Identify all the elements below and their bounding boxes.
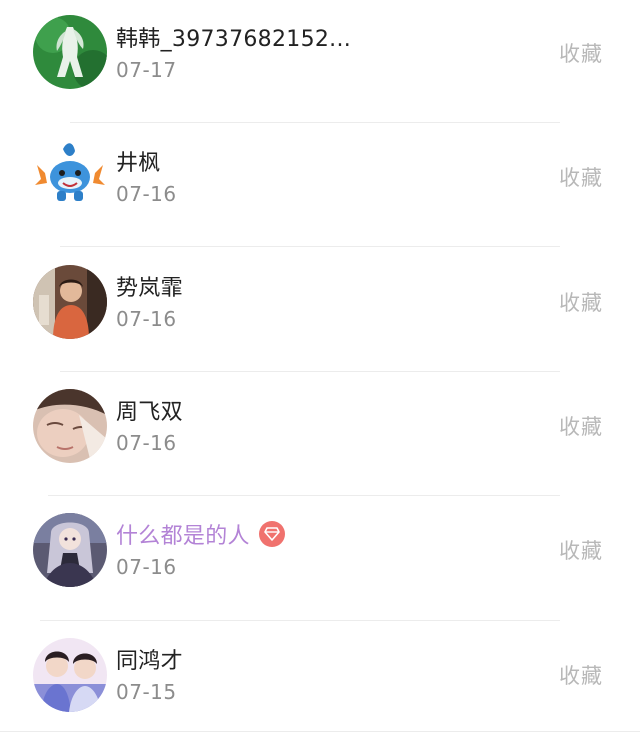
divider <box>70 122 560 123</box>
collect-label: 收藏 <box>559 291 603 315</box>
user-name[interactable]: 周飞双 <box>116 394 183 426</box>
avatar-two-people <box>33 638 107 712</box>
collect-label: 收藏 <box>559 415 603 439</box>
list-item[interactable]: 什么都是的人 07-16 收藏 <box>0 496 640 621</box>
collect-label: 收藏 <box>559 539 603 563</box>
avatar-mudkip <box>33 139 107 213</box>
avatar[interactable] <box>33 139 107 213</box>
user-name[interactable]: 韩韩_39737682152... <box>116 21 351 53</box>
list-item[interactable]: 同鸿才 07-15 收藏 <box>0 621 640 745</box>
divider <box>60 246 560 247</box>
notification-date: 07-17 <box>116 58 177 82</box>
avatar[interactable] <box>33 15 107 89</box>
divider <box>0 731 640 732</box>
collect-label: 收藏 <box>559 664 603 688</box>
user-name[interactable]: 什么都是的人 <box>116 518 250 550</box>
avatar-face-closeup <box>33 389 107 463</box>
collect-label: 收藏 <box>559 166 603 190</box>
collect-label: 收藏 <box>559 42 603 66</box>
list-item[interactable]: 韩韩_39737682152... 07-17 收藏 <box>0 0 640 124</box>
notification-date: 07-16 <box>116 555 177 579</box>
avatar[interactable] <box>33 389 107 463</box>
user-name[interactable]: 同鸿才 <box>116 643 183 675</box>
notification-list: 韩韩_39737682152... 07-17 收藏 井枫 07-16 收藏 势… <box>0 0 640 733</box>
avatar-anime-girl <box>33 513 107 587</box>
list-item[interactable]: 周飞双 07-16 收藏 <box>0 372 640 496</box>
diamond-icon <box>264 527 280 541</box>
avatar[interactable] <box>33 638 107 712</box>
user-name[interactable]: 井枫 <box>116 145 161 177</box>
avatar-person-orange <box>33 265 107 339</box>
list-item[interactable]: 势岚霏 07-16 收藏 <box>0 248 640 372</box>
user-name[interactable]: 势岚霏 <box>116 270 183 302</box>
vip-badge <box>258 521 285 547</box>
avatar-green-statue <box>33 15 107 89</box>
list-item[interactable]: 井枫 07-16 收藏 <box>0 124 640 248</box>
notification-date: 07-16 <box>116 182 177 206</box>
avatar[interactable] <box>33 513 107 587</box>
notification-date: 07-16 <box>116 431 177 455</box>
notification-date: 07-16 <box>116 307 177 331</box>
avatar[interactable] <box>33 265 107 339</box>
notification-date: 07-15 <box>116 680 177 704</box>
